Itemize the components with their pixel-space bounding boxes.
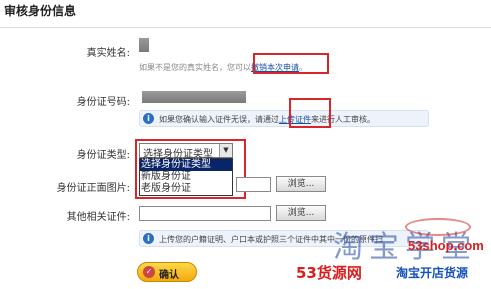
confirm-label: 确认 bbox=[159, 270, 179, 281]
id-type-highlight bbox=[135, 139, 246, 199]
watermark-tagline: 淘宝开店货源 bbox=[396, 266, 469, 280]
info-icon: i bbox=[143, 233, 154, 244]
real-name-label: 真实姓名: bbox=[86, 48, 130, 59]
real-name-hint-prefix: 如果不是您的真实姓名，您可以 bbox=[139, 63, 251, 72]
check-icon: ✓ bbox=[143, 266, 155, 278]
other-docs-browse-button[interactable]: 浏览... bbox=[276, 205, 326, 221]
other-docs-label: 其他相关证件: bbox=[66, 212, 130, 223]
id-type-label: 身份证类型: bbox=[76, 150, 130, 161]
watermark-site-name: 53货源网 bbox=[296, 264, 362, 282]
confirm-button[interactable]: ✓ 确认 bbox=[137, 262, 197, 282]
page-header: 审核身份信息 bbox=[0, 0, 491, 28]
other-docs-file-input[interactable] bbox=[139, 206, 271, 221]
id-info-text: 如果您确认输入证件无误，请通过上传证件来进行人工审核。 bbox=[159, 115, 375, 124]
id-front-file-input[interactable] bbox=[236, 177, 271, 192]
id-front-browse-button[interactable]: 浏览... bbox=[276, 176, 326, 192]
id-number-masked-value bbox=[142, 91, 246, 103]
page-title: 审核身份信息 bbox=[4, 4, 77, 18]
watermark-url: 53shop.com bbox=[408, 238, 484, 253]
cancel-link-highlight bbox=[253, 53, 329, 74]
id-number-label: 身份证号码: bbox=[76, 97, 130, 108]
watermark-logo-ring bbox=[405, 218, 471, 236]
info-icon: i bbox=[143, 113, 154, 124]
upload-link-highlight bbox=[289, 98, 331, 128]
real-name-masked-value bbox=[139, 38, 149, 52]
id-front-label: 身份证正面图片: bbox=[56, 183, 130, 194]
id-info-bar: i 如果您确认输入证件无误，请通过上传证件来进行人工审核。 bbox=[139, 110, 429, 127]
